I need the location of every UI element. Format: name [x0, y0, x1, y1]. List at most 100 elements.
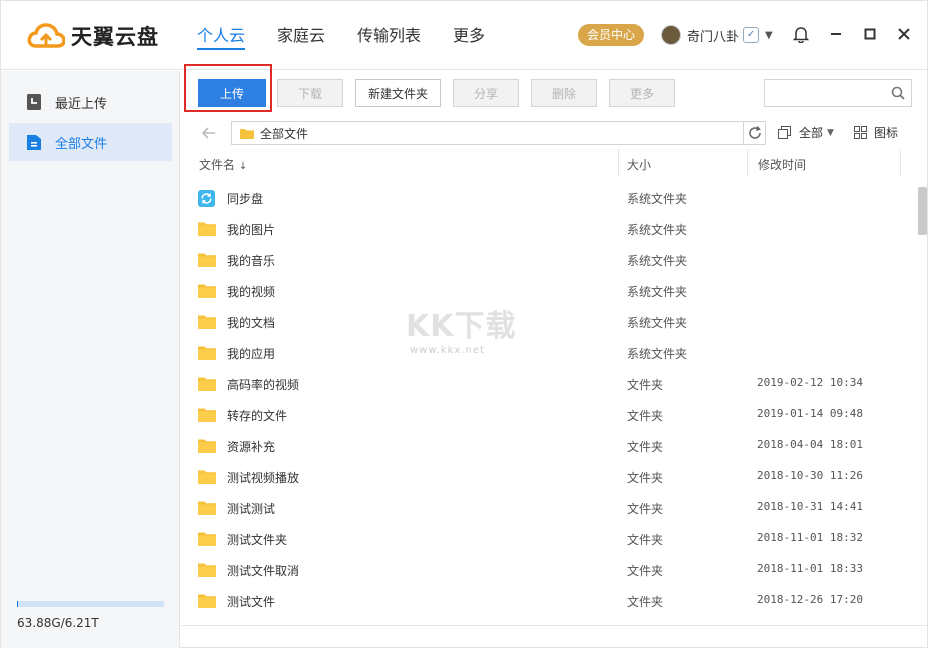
refresh-icon[interactable]	[743, 122, 765, 144]
folder-icon	[198, 345, 216, 360]
folder-icon	[198, 283, 216, 298]
folder-icon	[198, 221, 216, 236]
column-time-header[interactable]: 修改时间	[758, 156, 806, 173]
search-box	[764, 79, 912, 107]
table-row[interactable]: 高码率的视频 文件夹 2019-02-12 10:34	[181, 368, 911, 399]
table-row[interactable]: 我的文档 系统文件夹	[181, 306, 911, 337]
copy-icon	[778, 126, 791, 139]
file-modified-time: 2018-10-30 11:26	[757, 469, 863, 482]
vip-center-button[interactable]: 会员中心	[578, 24, 644, 46]
file-name[interactable]: 我的图片	[227, 221, 275, 238]
table-row[interactable]: 同步盘 系统文件夹	[181, 182, 911, 213]
table-row[interactable]: 测试测试 文件夹 2018-10-31 14:41	[181, 492, 911, 523]
file-name[interactable]: 我的文档	[227, 314, 275, 331]
sidebar-item-label: 全部文件	[55, 136, 108, 152]
table-header: 文件名 ↓ 大小 修改时间	[181, 149, 901, 177]
sidebar-item-all-files[interactable]: 全部文件	[9, 123, 172, 161]
sidebar: 最近上传 全部文件 63.88G/6.21T	[1, 71, 180, 648]
file-modified-time: 2018-11-01 18:33	[757, 562, 863, 575]
search-icon[interactable]	[891, 86, 905, 100]
user-menu[interactable]: 奇门八卦 ✓ ▼	[661, 24, 773, 46]
table-row[interactable]: 测试文件 文件夹 2018-12-26 17:20	[181, 585, 911, 616]
grid-icon	[854, 126, 867, 139]
file-name[interactable]: 我的应用	[227, 345, 275, 362]
column-divider[interactable]	[747, 149, 748, 177]
folder-icon	[198, 314, 216, 329]
tab-more[interactable]: 更多	[453, 1, 485, 70]
folder-icon	[198, 531, 216, 546]
table-row[interactable]: 我的视频 系统文件夹	[181, 275, 911, 306]
file-name[interactable]: 高码率的视频	[227, 376, 299, 393]
file-size: 文件夹	[627, 533, 664, 547]
storage-quota-text: 63.88G/6.21T	[17, 616, 99, 630]
sidebar-item-recent-uploads[interactable]: 最近上传	[9, 83, 172, 121]
filter-dropdown[interactable]: 全部 ▼	[778, 124, 834, 141]
file-name[interactable]: 测试测试	[227, 500, 275, 517]
file-name[interactable]: 同步盘	[227, 190, 263, 207]
file-name[interactable]: 测试文件取消	[227, 562, 299, 579]
folder-icon	[198, 500, 216, 515]
column-name-header[interactable]: 文件名 ↓	[199, 156, 247, 173]
chevron-down-icon: ▼	[765, 29, 773, 41]
table-row[interactable]: 资源补充 文件夹 2018-04-04 18:01	[181, 430, 911, 461]
file-size: 系统文件夹	[627, 347, 688, 361]
top-nav: 个人云 家庭云 传输列表 更多	[197, 1, 517, 70]
folder-icon	[198, 438, 216, 453]
tab-personal-cloud[interactable]: 个人云	[197, 1, 246, 70]
file-size: 系统文件夹	[627, 192, 688, 206]
scrollbar-thumb[interactable]	[918, 187, 927, 235]
table-row[interactable]: 转存的文件 文件夹 2019-01-14 09:48	[181, 399, 911, 430]
table-row[interactable]: 测试文件夹 文件夹 2018-11-01 18:32	[181, 523, 911, 554]
file-name[interactable]: 测试文件	[227, 593, 275, 610]
breadcrumb[interactable]: 全部文件	[231, 121, 766, 145]
file-size: 文件夹	[627, 409, 664, 423]
file-modified-time: 2018-11-01 18:32	[757, 531, 863, 544]
folder-icon	[198, 407, 216, 422]
member-badge-icon: ✓	[743, 27, 760, 43]
folder-icon	[198, 562, 216, 577]
sync-folder-icon	[198, 190, 216, 207]
more-button[interactable]: 更多	[609, 79, 675, 107]
file-modified-time: 2018-10-31 14:41	[757, 500, 863, 513]
file-name[interactable]: 测试视频播放	[227, 469, 299, 486]
table-row[interactable]: 我的图片 系统文件夹	[181, 213, 911, 244]
table-row[interactable]: 我的应用 系统文件夹	[181, 337, 911, 368]
username: 奇门八卦	[687, 29, 740, 45]
file-name[interactable]: 资源补充	[227, 438, 275, 455]
file-size: 文件夹	[627, 595, 664, 609]
tab-family-cloud[interactable]: 家庭云	[277, 1, 325, 70]
table-row[interactable]: 我的音乐 系统文件夹	[181, 244, 911, 275]
close-icon[interactable]	[895, 25, 913, 43]
bell-icon[interactable]	[792, 25, 810, 43]
table-row[interactable]: 测试视频播放 文件夹 2018-10-30 11:26	[181, 461, 911, 492]
file-size: 文件夹	[627, 471, 664, 485]
download-button[interactable]: 下载	[277, 79, 343, 107]
file-size: 系统文件夹	[627, 223, 688, 237]
file-name[interactable]: 我的视频	[227, 283, 275, 300]
share-button[interactable]: 分享	[453, 79, 519, 107]
filter-label: 全部	[799, 126, 824, 140]
column-divider[interactable]	[618, 149, 619, 177]
column-size-header[interactable]: 大小	[627, 156, 651, 173]
view-mode-toggle[interactable]: 图标	[854, 124, 898, 141]
maximize-icon[interactable]	[861, 25, 879, 43]
folder-icon	[198, 593, 216, 608]
back-arrow-icon[interactable]	[201, 125, 217, 141]
delete-button[interactable]: 删除	[531, 79, 597, 107]
column-divider[interactable]	[900, 149, 901, 177]
file-size: 系统文件夹	[627, 254, 688, 268]
minimize-icon[interactable]	[827, 25, 845, 43]
tab-transfer-list[interactable]: 传输列表	[357, 1, 421, 70]
file-name[interactable]: 测试文件夹	[227, 531, 287, 548]
app-logo: 天翼云盘	[27, 21, 159, 51]
file-size: 文件夹	[627, 378, 664, 392]
file-name[interactable]: 转存的文件	[227, 407, 287, 424]
sidebar-item-label: 最近上传	[55, 96, 108, 112]
upload-button[interactable]: 上传	[198, 79, 266, 107]
table-row[interactable]: 测试文件取消 文件夹 2018-11-01 18:33	[181, 554, 911, 585]
search-input[interactable]	[765, 80, 885, 106]
file-modified-time: 2019-02-12 10:34	[757, 376, 863, 389]
files-icon	[27, 135, 41, 150]
file-name[interactable]: 我的音乐	[227, 252, 275, 269]
new-folder-button[interactable]: 新建文件夹	[355, 79, 441, 107]
